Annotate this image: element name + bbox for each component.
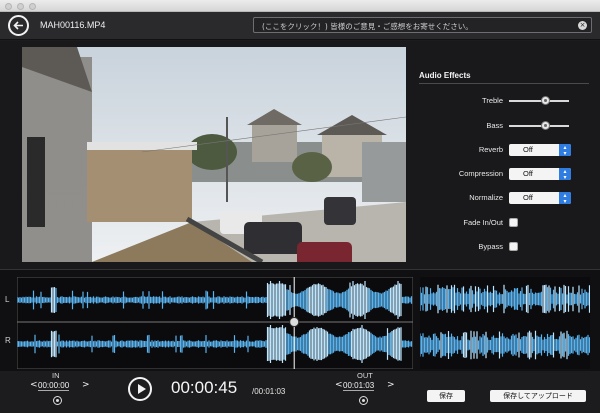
close-icon[interactable]: × <box>578 21 587 30</box>
in-prev-arrow[interactable]: < <box>30 380 38 390</box>
reverb-label: Reverb <box>478 145 503 154</box>
bypass-label: Bypass <box>478 242 503 251</box>
right-channel-label: R <box>5 336 11 345</box>
fade-checkbox[interactable] <box>509 218 518 227</box>
video-preview[interactable] <box>22 47 406 262</box>
in-label: IN <box>52 371 60 380</box>
normalize-select[interactable]: Off ▴ ▾ <box>509 192 571 205</box>
playhead-handle <box>289 317 300 327</box>
out-time[interactable]: 00:01:03 <box>343 381 375 391</box>
left-channel-label: L <box>5 295 10 304</box>
bass-row: Bass <box>419 118 589 134</box>
treble-label: Treble <box>482 96 503 105</box>
normalize-row: Normalize Off ▴ ▾ <box>419 190 589 206</box>
window-titlebar <box>0 0 600 12</box>
bass-slider-thumb[interactable] <box>540 121 550 130</box>
bypass-checkbox[interactable] <box>509 242 518 251</box>
normalize-label: Normalize <box>469 193 503 202</box>
compression-label: Compression <box>458 169 503 178</box>
reverb-select[interactable]: Off ▴ ▾ <box>509 144 571 157</box>
arrow-left-icon <box>13 21 23 30</box>
zoom-window-button[interactable] <box>29 3 36 10</box>
compression-select[interactable]: Off ▴ ▾ <box>509 168 571 181</box>
audio-effects-panel: Audio Effects Treble Bass Reverb Off ▴ ▾ … <box>419 71 589 251</box>
save-upload-button[interactable]: 保存してアップロード <box>490 390 586 402</box>
chevron-updown-icon: ▴ ▾ <box>559 144 571 157</box>
close-window-button[interactable] <box>5 3 12 10</box>
in-next-arrow[interactable]: > <box>82 380 90 390</box>
waveform-timeline[interactable] <box>17 277 413 369</box>
fade-row: Fade In/Out <box>419 215 589 231</box>
feedback-banner[interactable]: (ここをクリック！) 皆様のご意見・ご感想をお寄せください。 × <box>253 17 592 33</box>
toolbar: MAH00116.MP4 (ここをクリック！) 皆様のご意見・ご感想をお寄せくだ… <box>0 12 600 40</box>
play-button[interactable] <box>128 377 152 401</box>
treble-slider-thumb[interactable] <box>540 96 550 105</box>
back-button[interactable] <box>8 15 29 36</box>
compression-row: Compression Off ▴ ▾ <box>419 166 589 182</box>
out-next-arrow[interactable]: > <box>387 380 395 390</box>
audio-effects-title: Audio Effects <box>419 71 589 84</box>
feedback-text: (ここをクリック！) 皆様のご意見・ご感想をお寄せください。 <box>262 22 473 31</box>
current-time: 00:00:45 <box>171 378 238 397</box>
treble-slider[interactable] <box>509 96 569 105</box>
waveform-overview <box>420 277 590 369</box>
compression-value: Off <box>523 169 533 178</box>
total-time: /00:01:03 <box>252 387 286 396</box>
set-out-point-icon[interactable] <box>359 396 368 405</box>
treble-row: Treble <box>419 93 589 109</box>
reverb-value: Off <box>523 145 533 154</box>
transport-bar: IN < 00:00:00 > 00:00:45 /00:01:03 OUT <… <box>0 371 600 413</box>
bass-label: Bass <box>486 121 503 130</box>
waveform-area: L R <box>0 269 600 371</box>
bypass-row: Bypass <box>419 239 589 255</box>
normalize-value: Off <box>523 193 533 202</box>
save-button[interactable]: 保存 <box>427 390 465 402</box>
set-in-point-icon[interactable] <box>53 396 62 405</box>
bass-slider[interactable] <box>509 121 569 130</box>
out-label: OUT <box>357 371 373 380</box>
video-frame <box>22 47 406 262</box>
out-prev-arrow[interactable]: < <box>335 380 343 390</box>
in-time[interactable]: 00:00:00 <box>38 381 70 391</box>
editor-main: Audio Effects Treble Bass Reverb Off ▴ ▾ … <box>0 41 600 269</box>
fade-label: Fade In/Out <box>463 218 503 227</box>
minimize-window-button[interactable] <box>17 3 24 10</box>
reverb-row: Reverb Off ▴ ▾ <box>419 142 589 158</box>
chevron-updown-icon: ▴ ▾ <box>559 168 571 181</box>
file-name: MAH00116.MP4 <box>40 20 106 30</box>
chevron-updown-icon: ▴ ▾ <box>559 192 571 205</box>
